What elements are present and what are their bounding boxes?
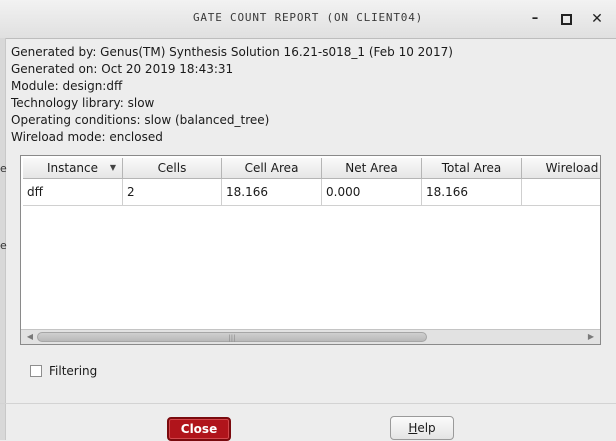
cell-instance: dff [23, 179, 123, 205]
filtering-toggle[interactable]: Filtering [30, 364, 97, 378]
cell-net-area: 0.000 [322, 179, 422, 205]
close-button[interactable]: Close [167, 417, 231, 441]
divider [0, 403, 616, 404]
generated-on-text: Generated on: Oct 20 2019 18:43:31 [11, 62, 234, 76]
technology-library-text: Technology library: slow [11, 96, 155, 110]
scroll-left-icon[interactable]: ◀ [23, 330, 37, 344]
table-header: Instance ▼ Cells Cell Area Net Area Tota… [23, 158, 600, 179]
title-bar[interactable]: GATE COUNT REPORT (ON CLIENT04) – ✕ [0, 0, 616, 39]
scroll-right-icon[interactable]: ▶ [584, 330, 598, 344]
wireload-mode-text: Wireload mode: enclosed [11, 130, 163, 144]
minimize-button[interactable]: – [526, 10, 544, 28]
window-title: GATE COUNT REPORT (ON CLIENT04) [192, 11, 424, 24]
column-header-cells[interactable]: Cells [123, 158, 222, 178]
background-window-edge: e e [0, 38, 7, 440]
column-header-label: Instance [46, 161, 99, 175]
help-label-rest: elp [417, 421, 436, 435]
cell-cell-area: 18.166 [222, 179, 322, 205]
minimize-icon: – [531, 11, 539, 26]
column-header-cell-area[interactable]: Cell Area [222, 158, 322, 178]
filtering-checkbox[interactable] [30, 365, 42, 377]
close-window-button[interactable]: ✕ [588, 10, 606, 28]
column-header-net-area[interactable]: Net Area [322, 158, 422, 178]
help-button[interactable]: Help [390, 416, 454, 440]
close-icon: ✕ [591, 11, 603, 27]
cell-cells: 2 [123, 179, 222, 205]
gate-count-table: Instance ▼ Cells Cell Area Net Area Tota… [20, 155, 601, 345]
filtering-label: Filtering [49, 364, 98, 378]
help-mnemonic: H [408, 421, 418, 435]
cell-wireload [522, 179, 600, 205]
operating-conditions-text: Operating conditions: slow (balanced_tre… [11, 113, 270, 127]
horizontal-scrollbar[interactable]: ◀ ||| ▶ [21, 329, 600, 344]
scrollbar-thumb[interactable]: ||| [37, 332, 427, 342]
maximize-icon [560, 14, 572, 25]
maximize-button[interactable] [557, 10, 575, 28]
generated-by-text: Generated by: Genus(TM) Synthesis Soluti… [11, 45, 453, 59]
grip-icon: ||| [228, 334, 236, 342]
table-row[interactable]: dff 2 18.166 0.000 18.166 [23, 179, 600, 206]
column-header-instance[interactable]: Instance ▼ [23, 158, 123, 178]
column-header-total-area[interactable]: Total Area [422, 158, 522, 178]
sort-descending-icon: ▼ [109, 163, 116, 172]
cell-total-area: 18.166 [422, 179, 522, 205]
report-info: Generated by: Genus(TM) Synthesis Soluti… [11, 44, 453, 146]
module-text: Module: design:dff [11, 79, 123, 93]
column-header-wireload[interactable]: Wireload [522, 158, 600, 178]
background-text-fragment: e [0, 239, 7, 252]
background-text-fragment: e [0, 162, 7, 175]
